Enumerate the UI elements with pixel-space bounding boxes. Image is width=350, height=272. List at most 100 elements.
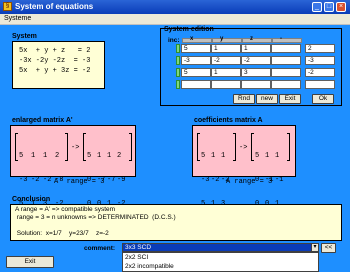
minimize-button[interactable]: _	[312, 2, 322, 12]
system-app-icon: §	[3, 2, 12, 11]
bracket	[197, 133, 200, 161]
matrix-cell: -1	[275, 176, 284, 184]
conclusion-line-4: Solution: x=1/7 y=23/7 z=-2	[15, 230, 109, 237]
matrix-cell: 1	[275, 152, 280, 160]
cell-3-2[interactable]: 1	[211, 68, 241, 77]
cell-2-1[interactable]: -3	[181, 56, 211, 65]
matrix-cell: 2	[117, 152, 122, 160]
row-handle-4[interactable]	[176, 80, 180, 89]
matrix-cell: 1	[265, 152, 270, 160]
previous-button[interactable]: <<	[321, 243, 336, 253]
matrix-cell: 5	[255, 152, 260, 160]
comment-dropdown[interactable]: 3x3 SCD	[122, 243, 319, 252]
cell-1-1[interactable]: 5	[181, 44, 211, 53]
matrix-cell: 5	[87, 152, 92, 160]
matrix-cell: 1	[43, 152, 48, 160]
maximize-button[interactable]: □	[324, 2, 334, 12]
menu-item-systeme[interactable]: Systeme	[4, 14, 31, 24]
comment-label: comment:	[84, 245, 116, 252]
conclusion-line-2: range = 3 = n unknowns => DETERMINATED (…	[15, 214, 176, 221]
column-header-y[interactable]	[212, 38, 242, 43]
matrix-cell: -3	[201, 176, 210, 184]
enlarged-rank: A' range = 3	[54, 178, 105, 186]
bracket	[15, 133, 18, 161]
conclusion-label: Conclusion	[12, 196, 51, 203]
exit-button[interactable]: Exit	[6, 256, 54, 268]
close-button[interactable]: ×	[336, 2, 346, 12]
column-header-z[interactable]	[242, 38, 272, 43]
bracket	[83, 133, 86, 161]
edition-exit-button[interactable]: Exit	[279, 94, 301, 104]
matrix-cell: -9	[117, 176, 126, 184]
bracket	[65, 133, 68, 161]
cell-2-3[interactable]: -2	[241, 56, 271, 65]
matrix-cell: 5	[201, 152, 206, 160]
system-box: 5x + y + z = 2 -3x -2y -2z = -3 5x + y +…	[12, 41, 105, 89]
matrix-cell: 1	[31, 152, 36, 160]
col-label-extra: -	[280, 36, 282, 42]
matrix-cell: -7	[107, 176, 116, 184]
cell-4-1[interactable]	[181, 80, 211, 89]
enlarged-matrix-label: enlarged matrix A'	[12, 117, 73, 124]
matrix-cell: 1	[97, 152, 102, 160]
equation-2: -3x -2y -2z = -3	[19, 57, 91, 65]
window-titlebar: § System of equations _ □ ×	[0, 0, 350, 14]
matrix-cell: 2	[55, 152, 60, 160]
matrix-cell: 1	[211, 152, 216, 160]
enlarged-matrix-box: 5112 -3-2-2-3 513-2 -> 5112 0-7-7-9 001-…	[10, 125, 136, 208]
new-button[interactable]: new	[256, 94, 278, 104]
col-label-y: y	[220, 36, 224, 42]
system-label: System	[12, 33, 37, 40]
column-header-extra[interactable]	[272, 38, 302, 43]
rhs-1[interactable]: 2	[305, 44, 335, 53]
conclusion-box: A range = A' => compatible system range …	[10, 204, 342, 241]
rhs-2[interactable]: -3	[305, 56, 335, 65]
comment-option-2[interactable]: 2x2 incompatible	[125, 263, 174, 271]
column-header-x[interactable]	[182, 38, 212, 43]
conclusion-line-1: A range = A' => compatible system	[15, 206, 116, 213]
coefficients-arrow: ->	[239, 144, 248, 152]
ok-button[interactable]: Ok	[312, 94, 334, 104]
col-label-z: z	[250, 36, 253, 42]
client-area: System 5x + y + z = 2 -3x -2y -2z = -3 5…	[0, 25, 350, 272]
cell-3-3[interactable]: 3	[241, 68, 271, 77]
coefficients-rank: A range = 3	[226, 178, 273, 186]
cell-4-3[interactable]	[241, 80, 271, 89]
rhs-3[interactable]: -2	[305, 68, 335, 77]
cell-4-2[interactable]	[211, 80, 241, 89]
cell-2-4[interactable]	[271, 56, 301, 65]
bracket	[287, 133, 290, 161]
menu-bar: Systeme	[0, 14, 350, 25]
enlarged-arrow: ->	[71, 144, 80, 152]
coefficients-matrix-box: 511 -3-2-2 513 -> 511 0-1-1 001	[192, 125, 296, 208]
bracket	[251, 133, 254, 161]
col-label-x: x	[190, 36, 194, 42]
matrix-cell: -2	[31, 176, 40, 184]
matrix-cell: 1	[221, 152, 226, 160]
cell-1-2[interactable]: 1	[211, 44, 241, 53]
equation-1: 5x + y + z = 2	[19, 47, 91, 55]
cell-3-1[interactable]: 5	[181, 68, 211, 77]
rnd-button[interactable]: Rnd	[233, 94, 255, 104]
cell-4-4[interactable]	[271, 80, 301, 89]
rhs-4[interactable]	[305, 80, 335, 89]
bracket	[233, 133, 236, 161]
coefficients-matrix-label: coefficients matrix A	[194, 117, 263, 124]
row-handle-1[interactable]	[176, 44, 180, 53]
matrix-cell: 5	[19, 152, 24, 160]
chevron-down-icon[interactable]: ▾	[311, 243, 319, 252]
matrix-cell: 1	[107, 152, 112, 160]
matrix-cell: -2	[211, 176, 220, 184]
cell-1-4[interactable]	[271, 44, 301, 53]
row-handle-2[interactable]	[176, 56, 180, 65]
equation-3: 5x + y + 3z = -2	[19, 67, 91, 75]
row-handle-3[interactable]	[176, 68, 180, 77]
comment-option-1[interactable]: 2x2 SCI	[125, 254, 148, 262]
comment-options-list: 2x2 SCI 2x2 incompatible	[122, 252, 319, 272]
cell-1-3[interactable]: 1	[241, 44, 271, 53]
window-title: System of equations	[15, 2, 94, 11]
bracket	[129, 133, 132, 161]
cell-3-4[interactable]	[271, 68, 301, 77]
cell-2-2[interactable]: -2	[211, 56, 241, 65]
matrix-cell: -3	[19, 176, 28, 184]
